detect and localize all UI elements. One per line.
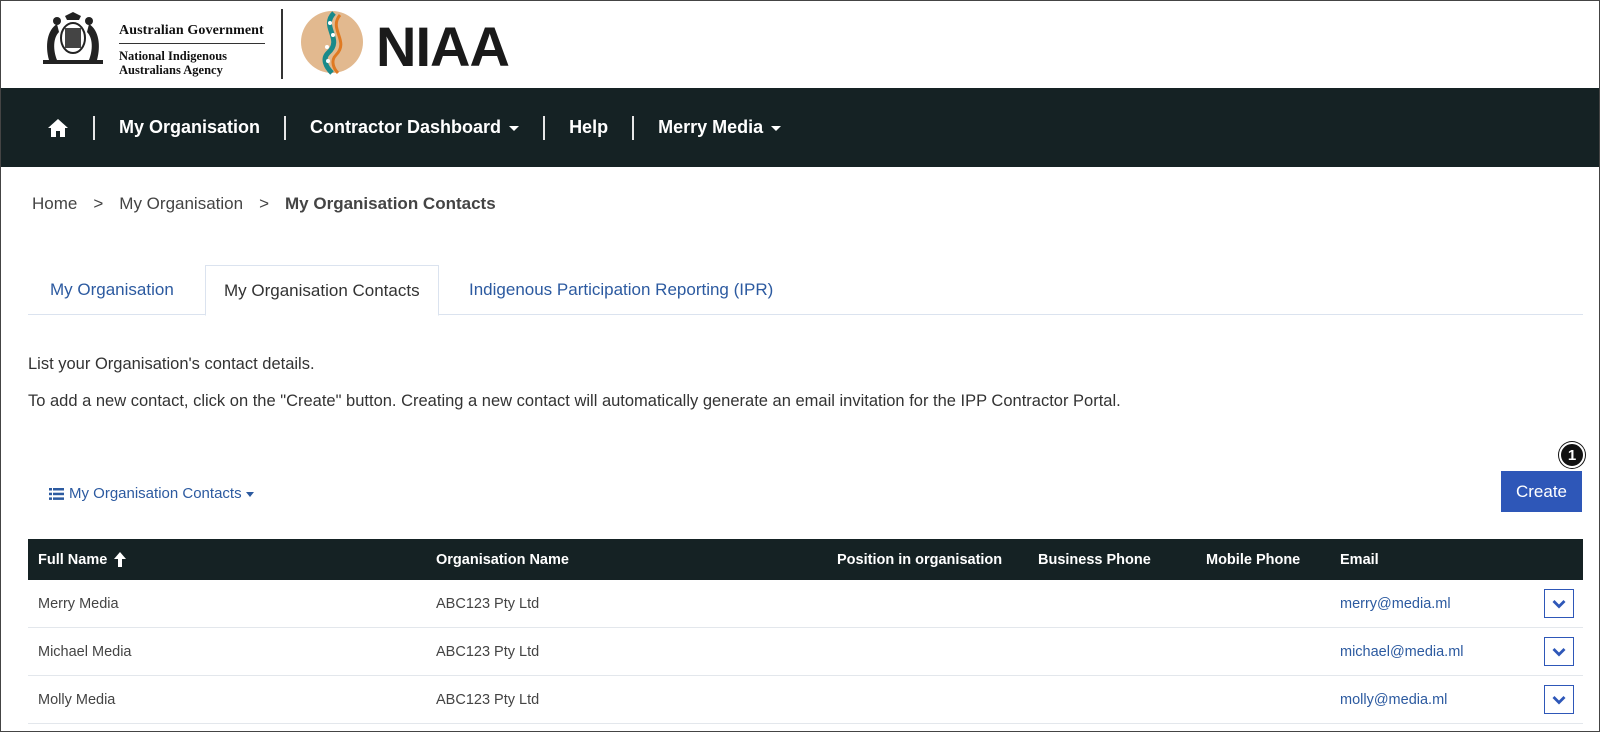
home-icon xyxy=(48,118,68,137)
caret-down-icon xyxy=(771,126,782,131)
step-badge: 1 xyxy=(1559,442,1585,468)
cell-organisation: ABC123 Pty Ltd xyxy=(436,691,540,708)
niaa-emblem-icon xyxy=(301,11,363,75)
gov-title: Australian Government xyxy=(119,23,264,38)
view-selector-label: My Organisation Contacts xyxy=(69,485,242,502)
cell-email-link[interactable]: michael@media.ml xyxy=(1340,644,1464,660)
nav-contractor-dashboard[interactable]: Contractor Dashboard xyxy=(310,117,520,138)
nav-separator xyxy=(543,115,546,140)
nav-my-organisation[interactable]: My Organisation xyxy=(119,117,260,138)
nav-item-label: Merry Media xyxy=(658,117,764,137)
chevron-down-icon xyxy=(1552,695,1566,704)
tab-my-organisation[interactable]: My Organisation xyxy=(50,265,174,315)
nav-help[interactable]: Help xyxy=(569,117,608,138)
nav-home-link[interactable] xyxy=(47,117,69,139)
breadcrumb-home[interactable]: Home xyxy=(32,194,77,214)
coat-of-arms-icon xyxy=(43,12,103,64)
breadcrumb-separator: > xyxy=(93,194,104,213)
cell-full-name: Merry Media xyxy=(38,595,119,612)
table-row: Michael Media ABC123 Pty Ltd michael@med… xyxy=(28,628,1583,676)
wordmark-rule xyxy=(119,43,265,44)
cell-email-link[interactable]: molly@media.ml xyxy=(1340,692,1447,708)
table-header: Full Name Organisation Name Position in … xyxy=(28,539,1583,580)
column-header-full-name[interactable]: Full Name xyxy=(38,551,127,568)
column-header-mobile-phone[interactable]: Mobile Phone xyxy=(1206,552,1300,568)
nav-separator xyxy=(632,115,635,140)
view-selector-dropdown[interactable]: My Organisation Contacts xyxy=(49,485,254,502)
caret-down-icon xyxy=(245,492,254,497)
breadcrumb: Home > My Organisation > My Organisation… xyxy=(32,194,496,214)
breadcrumb-separator: > xyxy=(259,194,270,213)
cell-full-name: Michael Media xyxy=(38,643,132,660)
nav-item-label: Contractor Dashboard xyxy=(310,117,502,137)
nav-item-label: My Organisation xyxy=(119,117,261,137)
contacts-table: Full Name Organisation Name Position in … xyxy=(28,539,1583,724)
column-header-business-phone[interactable]: Business Phone xyxy=(1038,552,1151,568)
caret-down-icon xyxy=(509,126,520,131)
create-button[interactable]: Create xyxy=(1501,471,1582,512)
cell-organisation: ABC123 Pty Ltd xyxy=(436,643,540,660)
row-actions-button[interactable] xyxy=(1544,589,1574,618)
tab-my-organisation-contacts[interactable]: My Organisation Contacts xyxy=(205,265,439,316)
logo-divider xyxy=(281,9,283,79)
row-actions-button[interactable] xyxy=(1544,685,1574,714)
column-header-organisation[interactable]: Organisation Name xyxy=(436,552,569,568)
tab-ipr[interactable]: Indigenous Participation Reporting (IPR) xyxy=(469,265,773,315)
chevron-down-icon xyxy=(1552,599,1566,608)
nav-separator xyxy=(284,115,287,140)
page-instructions: To add a new contact, click on the "Crea… xyxy=(28,392,1121,410)
government-wordmark: Australian Government National Indigenou… xyxy=(119,23,265,77)
list-icon xyxy=(49,487,64,500)
row-actions-button[interactable] xyxy=(1544,637,1574,666)
column-header-position[interactable]: Position in organisation xyxy=(837,552,1002,568)
niaa-wordmark: NIAA xyxy=(376,15,510,78)
nav-separator xyxy=(93,115,95,140)
cell-full-name: Molly Media xyxy=(38,691,116,708)
breadcrumb-current: My Organisation Contacts xyxy=(285,194,496,213)
table-row: Molly Media ABC123 Pty Ltd molly@media.m… xyxy=(28,676,1583,724)
agency-name-line2: Australians Agency xyxy=(119,63,223,77)
site-header: Australian Government National Indigenou… xyxy=(1,1,1599,88)
chevron-down-icon xyxy=(1552,647,1566,656)
agency-name-line1: National Indigenous xyxy=(119,49,228,63)
column-header-email[interactable]: Email xyxy=(1340,552,1379,568)
arrow-up-icon xyxy=(114,552,127,567)
main-nav: My Organisation Contractor Dashboard Hel… xyxy=(1,88,1599,167)
nav-user-menu[interactable]: Merry Media xyxy=(658,117,782,138)
breadcrumb-my-organisation[interactable]: My Organisation xyxy=(119,194,243,214)
nav-item-label: Help xyxy=(569,117,609,137)
column-header-label: Full Name xyxy=(38,551,108,568)
table-row: Merry Media ABC123 Pty Ltd merry@media.m… xyxy=(28,580,1583,628)
cell-email-link[interactable]: merry@media.ml xyxy=(1340,596,1451,612)
cell-organisation: ABC123 Pty Ltd xyxy=(436,595,540,612)
page-tabs: My Organisation My Organisation Contacts… xyxy=(28,265,1583,316)
page-description: List your Organisation's contact details… xyxy=(28,355,315,373)
